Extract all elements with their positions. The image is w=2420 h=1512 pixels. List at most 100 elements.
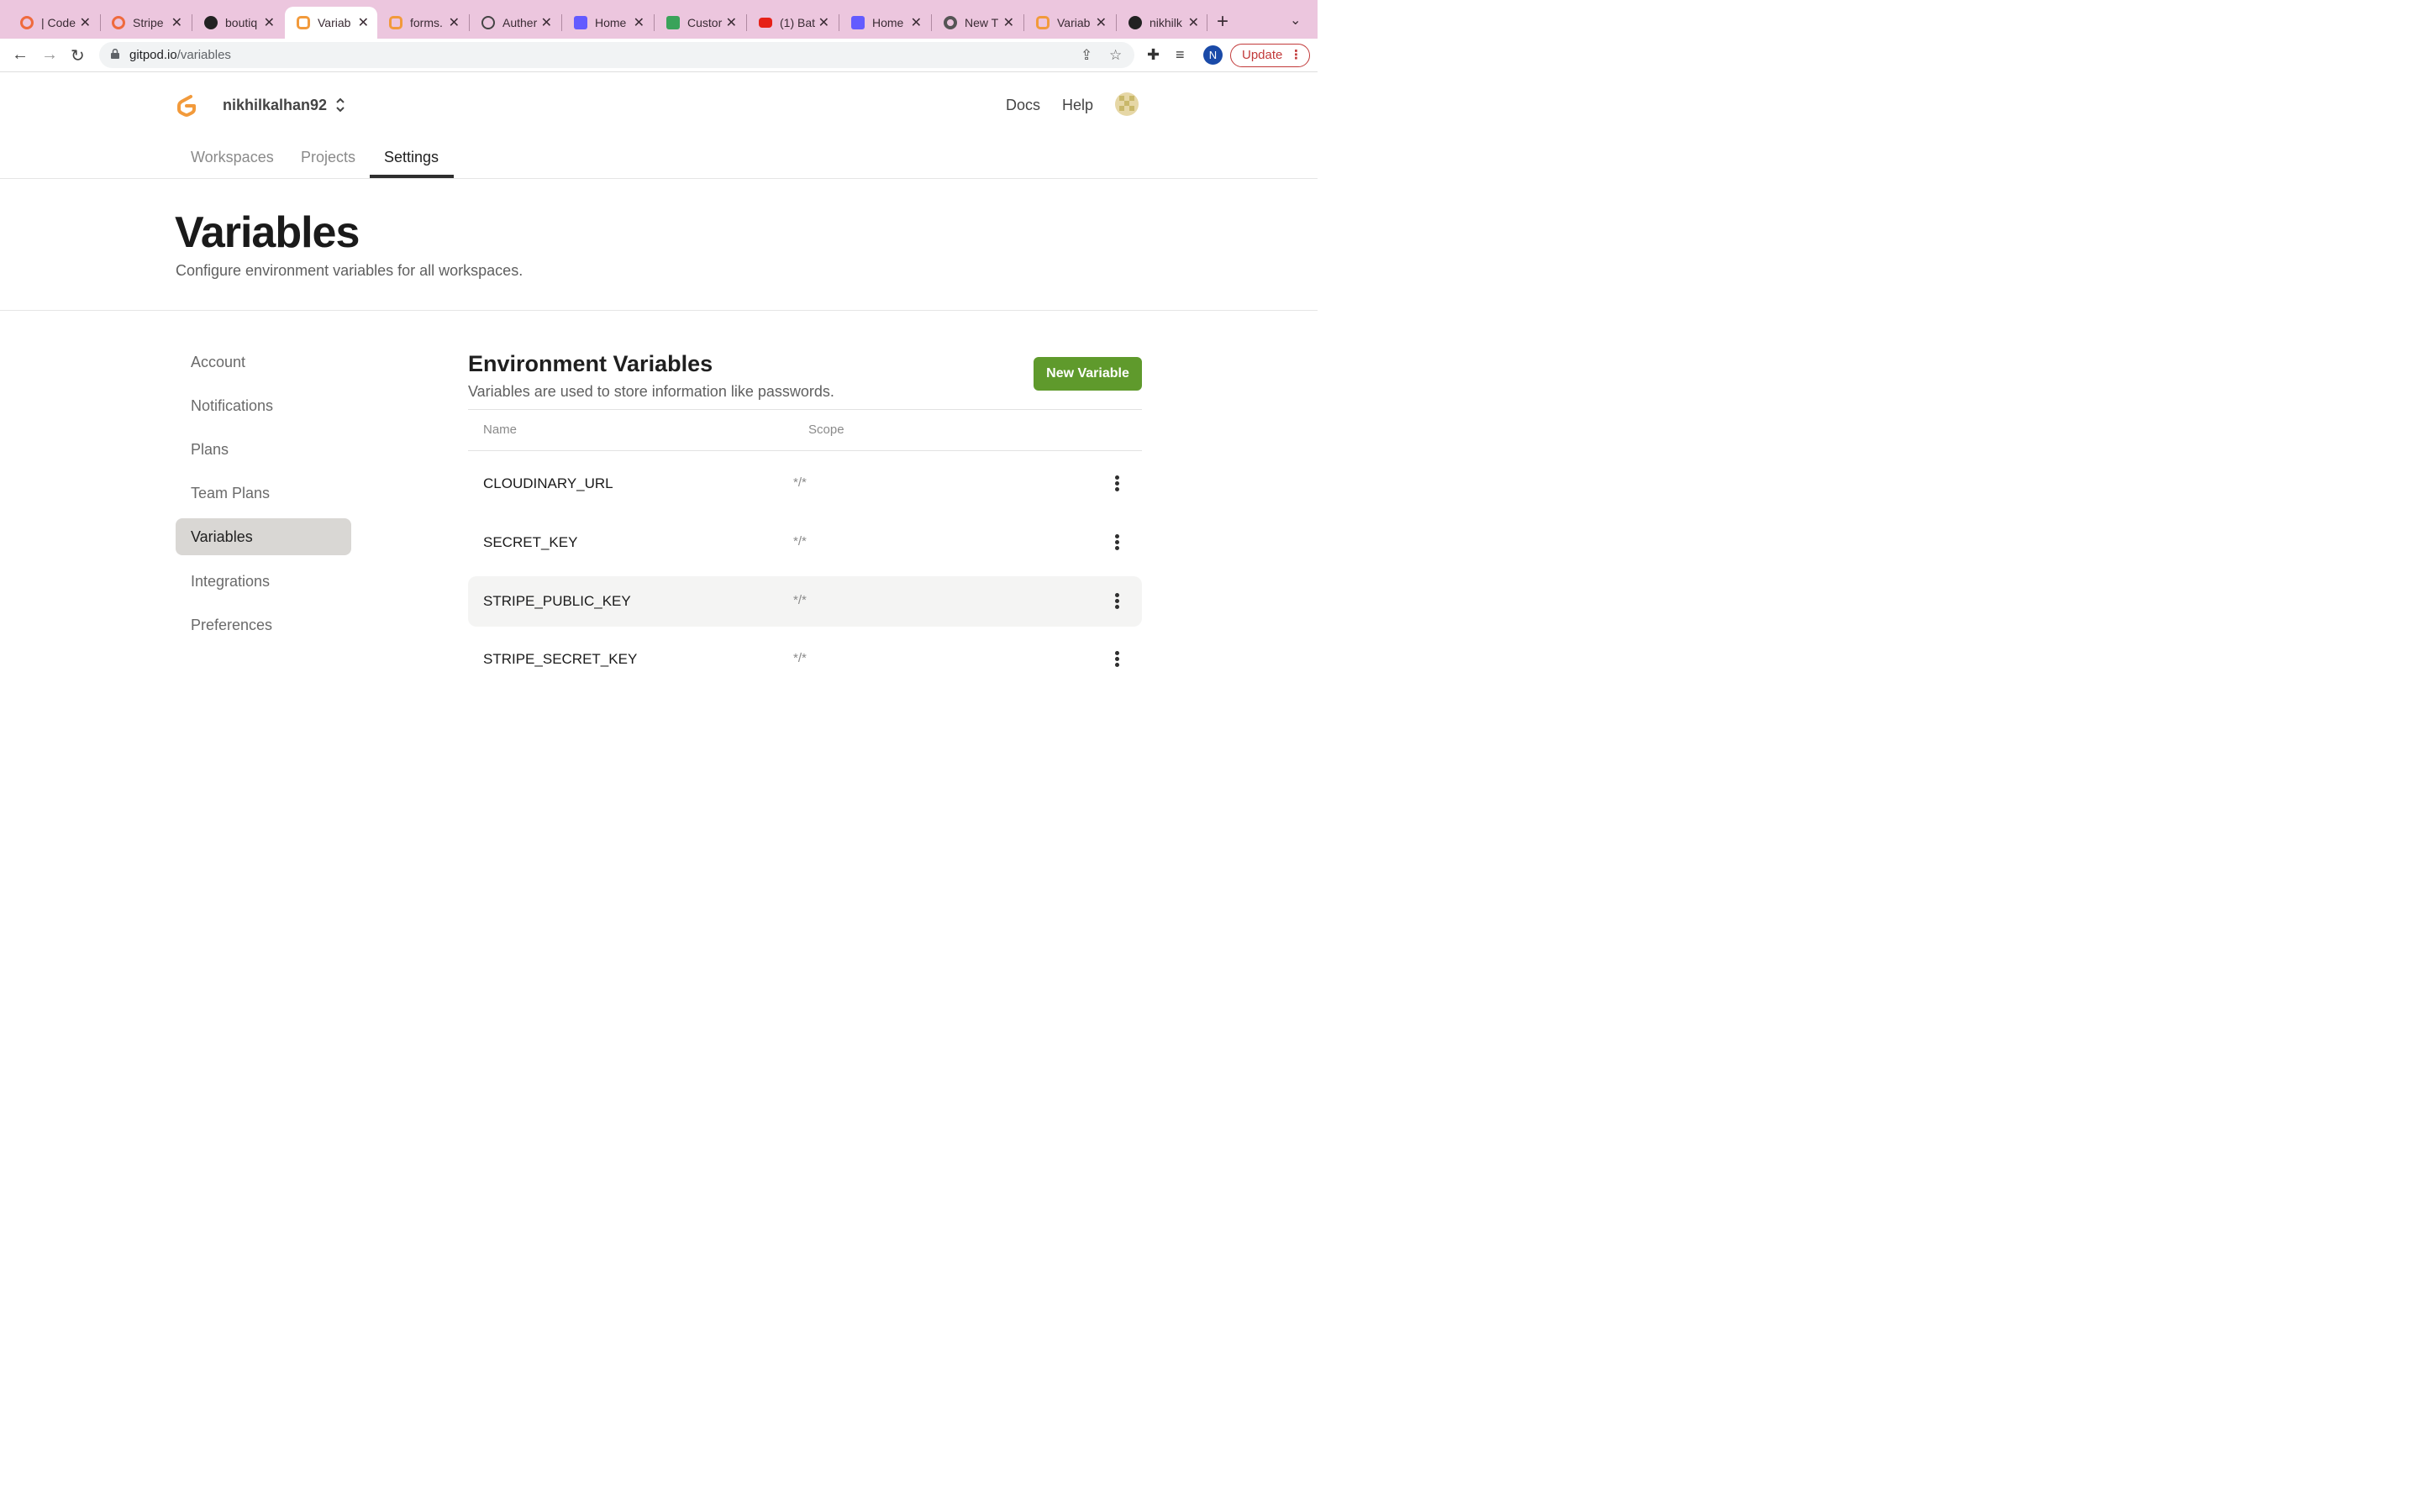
close-icon[interactable]: ✕ bbox=[264, 14, 275, 31]
url-host: gitpod.io bbox=[129, 48, 177, 62]
gitpod-icon bbox=[1036, 16, 1050, 29]
variable-row: SECRET_KEY */* bbox=[468, 517, 1142, 568]
user-avatar[interactable] bbox=[1115, 92, 1139, 116]
tab-title: boutiq bbox=[225, 16, 258, 29]
app-header: nikhilkalhan92 Docs Help Workspaces Proj… bbox=[0, 72, 1318, 179]
opencollective-icon bbox=[20, 16, 34, 29]
tab-title: Variab bbox=[1057, 16, 1091, 29]
close-icon[interactable]: ✕ bbox=[911, 14, 922, 31]
tab-title: New T bbox=[965, 16, 999, 29]
close-icon[interactable]: ✕ bbox=[1188, 14, 1199, 31]
browser-tab[interactable]: boutiq ✕ bbox=[192, 7, 283, 39]
help-link[interactable]: Help bbox=[1062, 97, 1093, 114]
variable-scope: */* bbox=[793, 475, 807, 490]
sidebar-item-preferences[interactable]: Preferences bbox=[176, 606, 351, 643]
back-arrow-icon[interactable]: ← bbox=[12, 45, 29, 65]
org-switcher-chevron-icon[interactable] bbox=[334, 96, 347, 114]
row-menu-icon[interactable] bbox=[1108, 591, 1125, 612]
divider bbox=[468, 409, 1142, 410]
tab-search-chevron-icon[interactable]: ⌄ bbox=[1290, 12, 1301, 29]
forward-arrow-icon[interactable]: → bbox=[41, 45, 58, 65]
variable-scope: */* bbox=[793, 593, 807, 607]
browser-tab[interactable]: Stripe ✕ bbox=[100, 7, 191, 39]
youtube-icon bbox=[759, 18, 772, 28]
close-icon[interactable]: ✕ bbox=[726, 14, 737, 31]
browser-tab[interactable]: Variab ✕ bbox=[1024, 7, 1115, 39]
variable-name: SECRET_KEY bbox=[483, 534, 578, 550]
browser-tab[interactable]: Home ✕ bbox=[839, 7, 930, 39]
page-header: Variables Configure environment variable… bbox=[0, 179, 1318, 311]
gitpod-icon bbox=[389, 16, 402, 29]
browser-tab[interactable]: nikhilk ✕ bbox=[1117, 7, 1207, 39]
sidebar-item-team-plans[interactable]: Team Plans bbox=[176, 475, 351, 512]
profile-avatar[interactable]: N bbox=[1203, 45, 1223, 65]
section-description: Variables are used to store information … bbox=[468, 383, 834, 400]
share-icon[interactable]: ⇪ bbox=[1081, 47, 1092, 64]
close-icon[interactable]: ✕ bbox=[449, 14, 460, 31]
reload-icon[interactable]: ↻ bbox=[71, 45, 85, 66]
sidebar-item-integrations[interactable]: Integrations bbox=[176, 563, 351, 600]
star-icon[interactable]: ☆ bbox=[1109, 47, 1122, 64]
tab-workspaces[interactable]: Workspaces bbox=[191, 149, 274, 166]
tab-title: Auther bbox=[502, 16, 538, 29]
org-name[interactable]: nikhilkalhan92 bbox=[223, 97, 327, 114]
variable-row: STRIPE_SECRET_KEY */* bbox=[468, 634, 1142, 685]
browser-tab[interactable]: Custor ✕ bbox=[655, 7, 745, 39]
kebab-menu-icon: ⋮ bbox=[1290, 48, 1302, 62]
close-icon[interactable]: ✕ bbox=[358, 14, 369, 31]
media-control-icon[interactable]: ≡ bbox=[1176, 46, 1185, 64]
column-header-scope: Scope bbox=[808, 423, 844, 437]
variable-name: CLOUDINARY_URL bbox=[483, 475, 613, 491]
stripe-icon bbox=[574, 16, 587, 29]
row-menu-icon[interactable] bbox=[1108, 649, 1125, 669]
variable-row: CLOUDINARY_URL */* bbox=[468, 459, 1142, 509]
variable-name: STRIPE_SECRET_KEY bbox=[483, 651, 638, 667]
browser-tab[interactable]: forms. ✕ bbox=[377, 7, 468, 39]
tab-title: forms. bbox=[410, 16, 443, 29]
url-text: gitpod.io/variables bbox=[129, 48, 231, 62]
tab-title: | Code bbox=[41, 16, 76, 29]
close-icon[interactable]: ✕ bbox=[818, 14, 829, 31]
tab-projects[interactable]: Projects bbox=[301, 149, 355, 166]
chrome-icon bbox=[944, 16, 957, 29]
url-path: /variables bbox=[176, 48, 231, 62]
sidebar-item-variables[interactable]: Variables bbox=[176, 518, 351, 555]
extensions-puzzle-icon[interactable]: ✚ bbox=[1147, 46, 1160, 64]
browser-tab-strip: | Code ✕ Stripe ✕ boutiq ✕ Variab ✕ form… bbox=[0, 0, 1318, 39]
address-bar[interactable]: gitpod.io/variables ⇪ ☆ bbox=[99, 42, 1134, 68]
close-icon[interactable]: ✕ bbox=[171, 14, 182, 31]
new-variable-button[interactable]: New Variable bbox=[1034, 357, 1142, 391]
close-icon[interactable]: ✕ bbox=[1096, 14, 1107, 31]
tab-title: Home bbox=[872, 16, 904, 29]
row-menu-icon[interactable] bbox=[1108, 533, 1125, 553]
close-icon[interactable]: ✕ bbox=[634, 14, 644, 31]
tab-settings[interactable]: Settings bbox=[384, 149, 439, 166]
tab-title: (1) Bat bbox=[780, 16, 816, 29]
new-tab-icon[interactable]: + bbox=[1217, 10, 1228, 34]
update-label: Update bbox=[1242, 48, 1283, 62]
close-icon[interactable]: ✕ bbox=[80, 14, 91, 31]
close-icon[interactable]: ✕ bbox=[1003, 14, 1014, 31]
browser-tab[interactable]: Home ✕ bbox=[562, 7, 653, 39]
browser-tab[interactable]: (1) Bat ✕ bbox=[747, 7, 838, 39]
close-icon[interactable]: ✕ bbox=[541, 14, 552, 31]
browser-tab[interactable]: | Code ✕ bbox=[8, 7, 99, 39]
github-icon bbox=[1128, 16, 1142, 29]
gitpod-logo-icon[interactable] bbox=[175, 92, 198, 118]
sidebar-item-account[interactable]: Account bbox=[176, 344, 351, 381]
browser-tab[interactable]: New T ✕ bbox=[932, 7, 1023, 39]
sidebar-item-plans[interactable]: Plans bbox=[176, 431, 351, 468]
variable-name: STRIPE_PUBLIC_KEY bbox=[483, 593, 631, 609]
avatar-pixel bbox=[1129, 96, 1134, 101]
gitpod-icon bbox=[297, 16, 310, 29]
update-button[interactable]: Update ⋮ bbox=[1230, 44, 1310, 67]
tab-title: Stripe bbox=[133, 16, 164, 29]
browser-tab-active[interactable]: Variab ✕ bbox=[285, 7, 377, 39]
tab-title: Home bbox=[595, 16, 627, 29]
browser-tab[interactable]: Auther ✕ bbox=[470, 7, 560, 39]
row-menu-icon[interactable] bbox=[1108, 474, 1125, 494]
sidebar-item-notifications[interactable]: Notifications bbox=[176, 387, 351, 424]
active-tab-indicator bbox=[370, 175, 454, 178]
tab-title: Custor bbox=[687, 16, 723, 29]
docs-link[interactable]: Docs bbox=[1006, 97, 1040, 114]
